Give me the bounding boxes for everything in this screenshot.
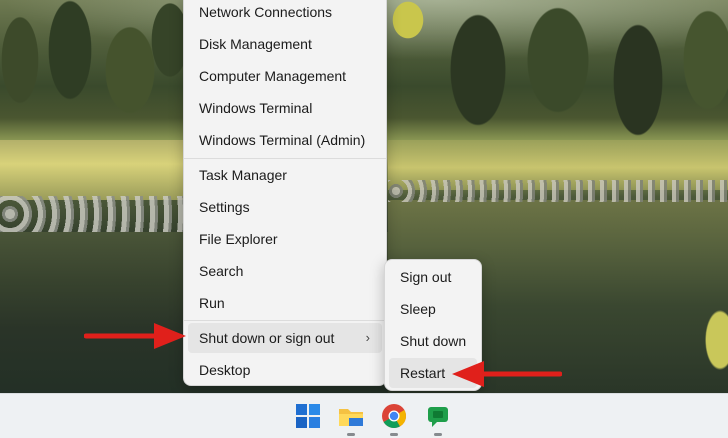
menu-item-shut-down-or-sign-out[interactable]: Shut down or sign out ›	[188, 323, 382, 353]
menu-item-disk-management[interactable]: Disk Management	[188, 29, 382, 59]
menu-item-label: Shut down or sign out	[199, 330, 335, 346]
winx-context-menu: Network Connections Disk Management Comp…	[183, 0, 387, 386]
wallpaper-meadow-left	[0, 140, 190, 200]
menu-separator	[184, 320, 386, 321]
chrome-icon[interactable]	[380, 402, 408, 430]
wallpaper-bush	[690, 290, 728, 393]
menu-item-settings[interactable]: Settings	[188, 192, 382, 222]
windows-start-icon[interactable]	[294, 402, 322, 430]
submenu-item-shut-down[interactable]: Shut down	[389, 326, 477, 356]
menu-item-computer-management[interactable]: Computer Management	[188, 61, 382, 91]
wallpaper-trees-left	[0, 0, 190, 160]
running-indicator	[347, 433, 355, 436]
chevron-right-icon: ›	[365, 330, 370, 345]
menu-item-network-connections[interactable]: Network Connections	[188, 0, 382, 27]
menu-separator	[184, 158, 386, 159]
submenu-item-sleep[interactable]: Sleep	[389, 294, 477, 324]
menu-item-task-manager[interactable]: Task Manager	[188, 160, 382, 190]
menu-item-windows-terminal[interactable]: Windows Terminal	[188, 93, 382, 123]
wallpaper-rocks-left	[0, 196, 190, 232]
menu-item-desktop[interactable]: Desktop	[188, 355, 382, 385]
running-indicator	[434, 433, 442, 436]
annotation-arrow-left	[84, 323, 186, 349]
menu-item-file-explorer[interactable]: File Explorer	[188, 224, 382, 254]
taskbar	[0, 393, 728, 438]
submenu-item-sign-out[interactable]: Sign out	[389, 262, 477, 292]
running-indicator	[390, 433, 398, 436]
file-explorer-icon[interactable]	[337, 402, 365, 430]
menu-item-search[interactable]: Search	[188, 256, 382, 286]
menu-item-windows-terminal-admin[interactable]: Windows Terminal (Admin)	[188, 125, 382, 155]
menu-item-run[interactable]: Run	[188, 288, 382, 318]
annotation-arrow-right	[452, 361, 562, 387]
wallpaper-rocks-right	[388, 180, 728, 202]
chat-icon[interactable]	[424, 402, 452, 430]
